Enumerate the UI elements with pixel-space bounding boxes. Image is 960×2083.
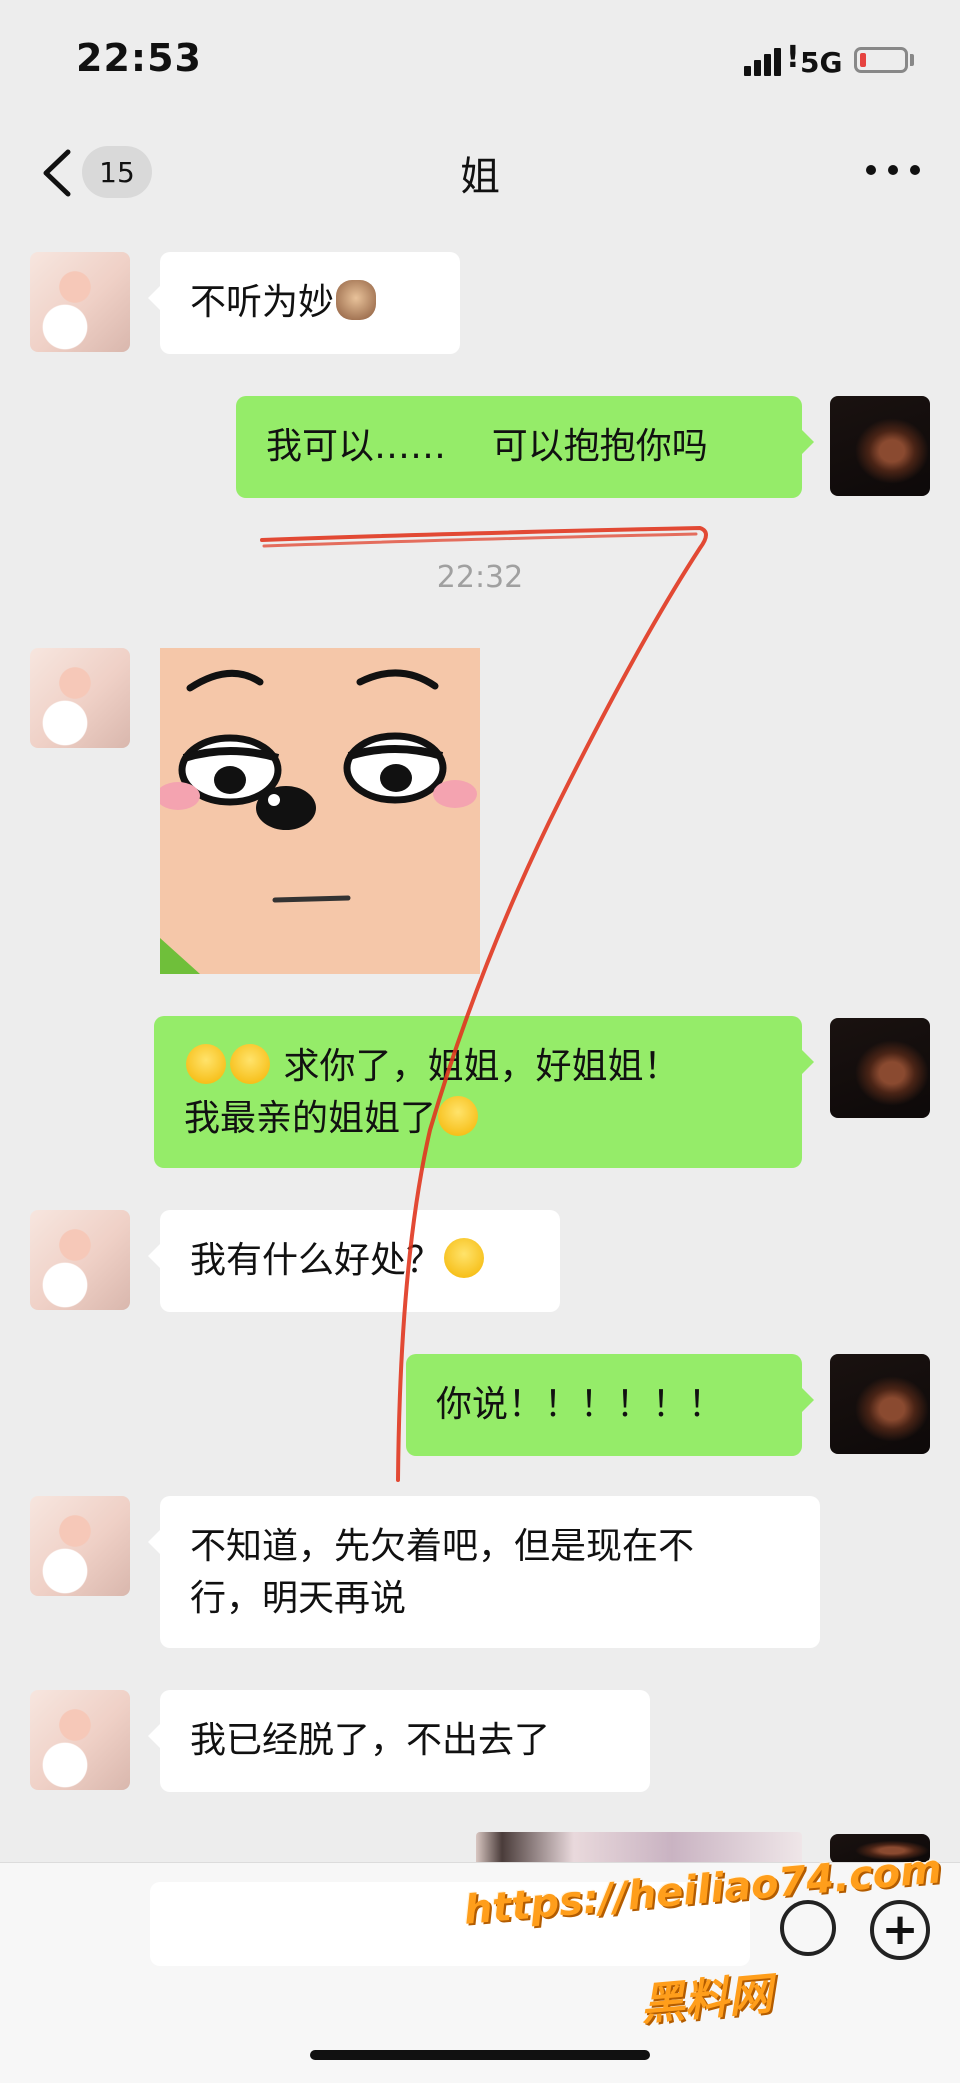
tears-of-joy-emoji-icon: [186, 1044, 226, 1084]
contact-avatar[interactable]: [30, 1496, 130, 1596]
network-label: 5G: [800, 46, 843, 79]
message-bubble-outgoing[interactable]: 我可以…… 可以抱抱你吗: [236, 396, 814, 498]
message-text-line2: 行，明天再说: [190, 1578, 407, 1619]
contact-avatar[interactable]: [30, 252, 130, 352]
unamused-face-emoji-icon: [444, 1238, 485, 1278]
battery-cap: [910, 54, 914, 66]
home-indicator[interactable]: [310, 2050, 650, 2060]
loudly-crying-emoji-icon: [438, 1096, 479, 1136]
plus-icon[interactable]: +: [870, 1900, 930, 1960]
message-text: 不听为妙: [190, 282, 335, 323]
unread-count-badge[interactable]: 15: [82, 146, 152, 198]
my-avatar[interactable]: [830, 1354, 930, 1454]
see-no-evil-monkey-emoji-icon: [336, 280, 377, 320]
more-dots-icon[interactable]: [866, 150, 920, 190]
signal-warning: !: [786, 40, 800, 75]
tears-of-joy-emoji-icon: [230, 1044, 270, 1084]
contact-avatar[interactable]: [30, 1690, 130, 1790]
battery-icon: [854, 47, 908, 73]
message-bubble-incoming[interactable]: 不听为妙: [148, 252, 460, 354]
message-bubble-incoming[interactable]: 我有什么好处？: [148, 1210, 560, 1312]
message-text: 我可以…… 可以抱抱你吗: [266, 426, 708, 467]
message-text-line1: 不知道，先欠着吧，但是现在不: [190, 1526, 695, 1567]
status-time: 22:53: [76, 36, 202, 80]
message-bubble-incoming[interactable]: 不知道，先欠着吧，但是现在不 行，明天再说: [148, 1496, 820, 1648]
contact-avatar[interactable]: [30, 1210, 130, 1310]
chat-title: 姐: [460, 154, 500, 200]
signal-icon: [744, 46, 790, 76]
my-avatar[interactable]: [830, 1018, 930, 1118]
battery-level: [860, 53, 866, 67]
back-chevron-icon[interactable]: [38, 148, 78, 198]
message-timestamp: 22:32: [436, 560, 524, 595]
message-bubble-incoming[interactable]: 我已经脱了，不出去了: [148, 1690, 650, 1792]
message-text-line2: 我最亲的姐姐了: [184, 1098, 437, 1139]
contact-avatar[interactable]: [30, 648, 130, 748]
message-bubble-outgoing[interactable]: 求你了，姐姐，好姐姐！ 我最亲的姐姐了: [154, 1016, 814, 1168]
emoji-icon[interactable]: [780, 1900, 836, 1956]
message-text: 我已经脱了，不出去了: [190, 1720, 551, 1761]
message-bubble-outgoing[interactable]: 你说！！！！！！: [406, 1354, 814, 1456]
my-avatar[interactable]: [830, 396, 930, 496]
message-text: 你说！！！！！！: [436, 1384, 725, 1425]
message-text: 我有什么好处？: [190, 1240, 443, 1281]
sticker-image[interactable]: [160, 648, 480, 974]
message-text-line1: 求你了，姐姐，好姐姐！: [283, 1046, 680, 1087]
